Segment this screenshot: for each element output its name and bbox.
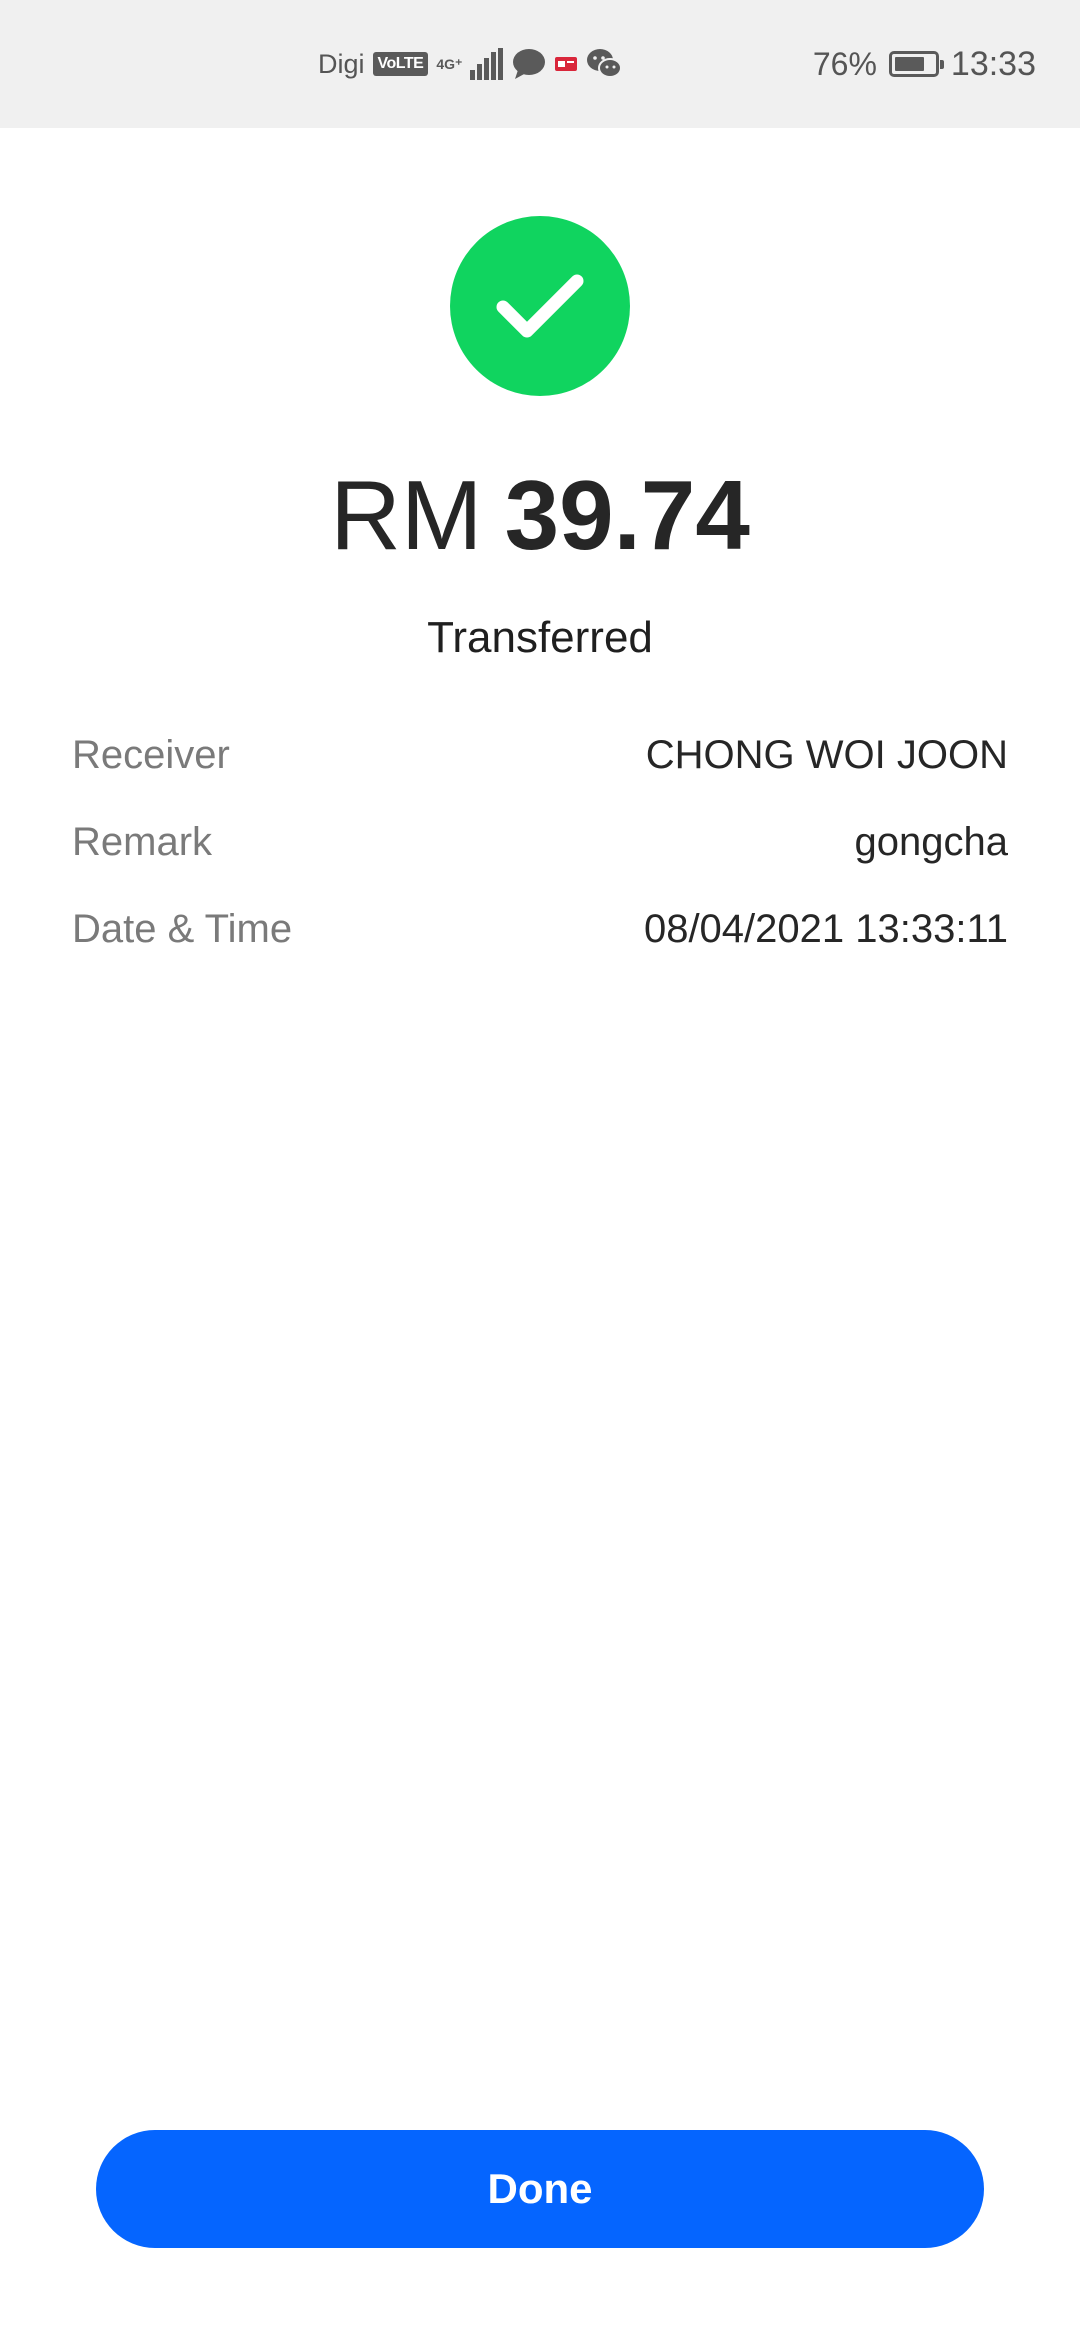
detail-value: gongcha <box>854 820 1008 864</box>
battery-level <box>894 57 924 71</box>
sim-icon <box>554 54 578 74</box>
detail-row-receiver: Receiver CHONG WOI JOON <box>72 712 1008 799</box>
carrier-name: Digi <box>318 48 365 79</box>
transaction-details: Receiver CHONG WOI JOON Remark gongcha D… <box>72 712 1008 973</box>
detail-label: Receiver <box>72 733 230 777</box>
signal-icon <box>470 48 504 80</box>
detail-label: Date & Time <box>72 907 293 951</box>
status-right: 76% 13:33 <box>813 0 1036 128</box>
detail-value: 08/04/2021 13:33:11 <box>643 907 1008 951</box>
detail-row-datetime: Date & Time 08/04/2021 13:33:11 <box>72 886 1008 973</box>
checkmark-icon <box>496 274 584 338</box>
amount-value: 39.74 <box>504 460 750 570</box>
status-bar: Digi VoLTE 4G⁺ 76% 13:33 <box>0 0 1080 128</box>
detail-label: Remark <box>72 820 213 864</box>
done-button[interactable]: Done <box>96 2130 984 2248</box>
detail-row-remark: Remark gongcha <box>72 799 1008 886</box>
success-icon <box>450 216 630 396</box>
battery-percent: 76% <box>812 45 877 82</box>
wechat-icon <box>586 48 623 80</box>
message-icon <box>512 48 546 80</box>
transfer-amount: RM 39.74 <box>0 455 1080 575</box>
network-type: 4G⁺ <box>436 56 463 72</box>
transfer-status: Transferred <box>427 613 653 662</box>
currency-label: RM <box>330 460 483 570</box>
volte-badge: VoLTE <box>372 52 429 76</box>
detail-value: CHONG WOI JOON <box>645 733 1008 777</box>
status-clock: 13:33 <box>950 44 1036 83</box>
battery-icon <box>888 51 944 77</box>
status-left: Digi VoLTE 4G⁺ <box>318 0 623 128</box>
